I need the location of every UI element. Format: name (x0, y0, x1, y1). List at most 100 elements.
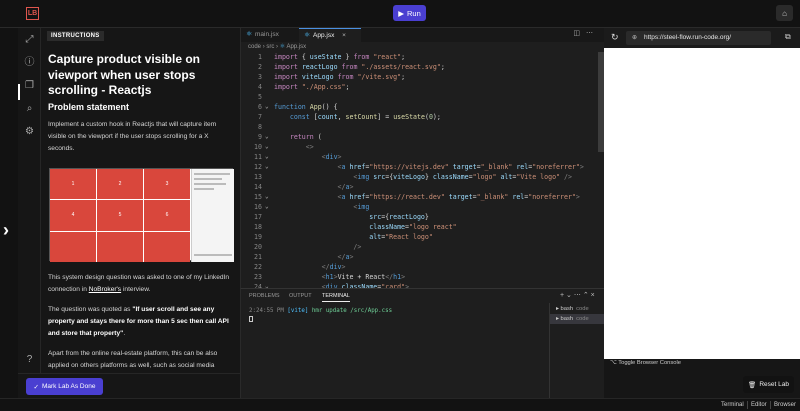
quote-paragraph: The question was quoted as "If user scro… (48, 304, 236, 340)
search-icon[interactable]: ⌕ (23, 102, 36, 115)
split-editor-icon[interactable]: ◫ (573, 30, 586, 37)
code-line[interactable]: 11 ⌄ <div> (241, 152, 593, 162)
shell-item[interactable]: ▸ bash code (550, 304, 606, 314)
line-number: 16 (254, 203, 262, 211)
mark-lab-done-button[interactable]: ✓ Mark Lab As Done (26, 378, 103, 395)
expand-icon[interactable]: ⤢ (23, 33, 36, 46)
line-number: 20 (254, 243, 262, 251)
home-button[interactable]: ⌂ (776, 5, 793, 21)
code-line[interactable]: 23 <h1>Vite + React</h1> (241, 272, 593, 282)
chevron-down-icon[interactable]: ⌄ (566, 292, 572, 299)
reset-lab-button[interactable]: 🗑 Reset Lab (743, 376, 794, 393)
fold-icon[interactable]: ⌄ (265, 162, 269, 172)
home-icon: ⌂ (782, 8, 787, 18)
preview-cell: 4 (50, 200, 96, 231)
collapse-strip[interactable]: › (0, 28, 18, 398)
preview-cell: 3 (144, 169, 190, 200)
fold-icon[interactable]: ⌄ (265, 142, 269, 152)
line-number: 21 (254, 253, 262, 261)
problem-description: Implement a custom hook in Reactjs that … (48, 121, 217, 152)
info-icon[interactable]: ⓘ (23, 56, 36, 69)
preview-cell: 1 (50, 169, 96, 200)
maximize-icon[interactable]: ⌃ (583, 292, 589, 299)
status-terminal[interactable]: Terminal (721, 399, 744, 411)
code-line[interactable]: 16 ⌄ <img (241, 202, 593, 212)
code-line[interactable]: 8 (241, 122, 593, 132)
code-line[interactable]: 3 import viteLogo from "/vite.svg"; (241, 72, 593, 82)
code-line[interactable]: 20 /> (241, 242, 593, 252)
code-line[interactable]: 12 ⌄ <a href="https://vitejs.dev" target=… (241, 162, 593, 172)
breadcrumb-item[interactable]: App.jsx (286, 44, 306, 50)
code-line[interactable]: 7 const [count, setCount] = useState(0); (241, 112, 593, 122)
tab-problems[interactable]: PROBLEMS (249, 293, 280, 299)
code-line[interactable]: 4 import "./App.css"; (241, 82, 593, 92)
code-text: <> (305, 143, 314, 151)
tab-app-jsx[interactable]: ⚛ App.jsx × (299, 28, 361, 42)
lock-icon: ⊕ (632, 35, 638, 41)
code-line[interactable]: 19 alt="React logo" (241, 232, 593, 242)
more-icon[interactable]: ⋯ (586, 30, 599, 37)
code-line[interactable]: 10 ⌄ <> (241, 142, 593, 152)
code-text: import { useState } from "react"; (274, 53, 406, 61)
code-line[interactable]: 1 import { useState } from "react"; (241, 52, 593, 62)
line-number: 17 (254, 213, 262, 221)
status-browser[interactable]: Browser (774, 399, 796, 411)
run-button[interactable]: ▶ Run (393, 5, 426, 21)
status-editor[interactable]: Editor (751, 399, 767, 411)
line-number: 14 (254, 183, 262, 191)
breadcrumb-item[interactable]: code (248, 44, 261, 50)
close-icon[interactable]: × (591, 292, 595, 299)
console-toggle[interactable]: ⌥ Toggle Browser Console (604, 359, 800, 371)
code-text: </a> (337, 183, 354, 191)
line-number: 1 (258, 53, 262, 61)
plus-icon[interactable]: + (560, 292, 564, 299)
fold-icon[interactable]: ⌄ (265, 192, 269, 202)
browser-viewport[interactable] (604, 48, 800, 359)
open-external-icon[interactable]: ⧉ (785, 32, 791, 42)
line-number: 5 (258, 93, 262, 101)
code-line[interactable]: 15 ⌄ <a href="https://react.dev" target="… (241, 192, 593, 202)
code-line[interactable]: 21 </a> (241, 252, 593, 262)
url-bar[interactable]: ⊕ https://steel-flow.run-code.org/ (626, 31, 771, 45)
line-number: 7 (258, 113, 262, 121)
terminal-icon: ▸ (556, 306, 559, 312)
code-line[interactable]: 9 ⌄ return ( (241, 132, 593, 142)
reload-icon[interactable]: ↻ (611, 32, 619, 43)
fold-icon[interactable]: ⌄ (265, 132, 269, 142)
top-bar: LB ▶ Run ⌂ (0, 0, 800, 28)
shell-sub: code (576, 316, 589, 322)
more-icon[interactable]: ⋯ (574, 292, 581, 299)
preview-cell (97, 231, 143, 262)
shell-item[interactable]: ▸ bash code (550, 314, 606, 324)
code-line[interactable]: 6 ⌄ function App() { (241, 102, 593, 112)
code-text: </a> (337, 253, 354, 261)
code-line[interactable]: 22 </div> (241, 262, 593, 272)
fold-icon[interactable]: ⌄ (265, 152, 269, 162)
close-icon[interactable]: × (342, 32, 346, 39)
tab-main-jsx[interactable]: ⚛ main.jsx (241, 28, 299, 42)
fold-icon[interactable]: ⌄ (265, 102, 269, 112)
help-icon[interactable]: ? (23, 353, 36, 366)
code-area[interactable]: 1 import { useState } from "react"; 2 impor… (241, 52, 593, 288)
tab-output[interactable]: OUTPUT (289, 293, 312, 299)
breadcrumb-item[interactable]: src (266, 44, 274, 50)
shell-name: bash (560, 316, 574, 322)
gear-icon[interactable]: ⚙ (23, 125, 36, 138)
fold-icon[interactable]: ⌄ (265, 202, 269, 212)
files-icon[interactable]: ❐ (23, 79, 36, 92)
nobroker-link[interactable]: NoBroker's (89, 286, 121, 293)
code-line[interactable]: 17 src={reactLogo} (241, 212, 593, 222)
code-line[interactable]: 13 <img src={viteLogo} className="logo" … (241, 172, 593, 182)
instructions-panel: INSTRUCTIONS Capture product visible on … (41, 28, 240, 373)
terminal-panel: PROBLEMS OUTPUT TERMINAL + ⌄ ⋯ ⌃ × 2:24:… (240, 288, 606, 399)
chevron-right-icon[interactable]: › (3, 220, 9, 241)
tab-terminal[interactable]: TERMINAL (322, 293, 350, 302)
code-text: import viteLogo from "/vite.svg"; (274, 73, 406, 81)
code-text: </div> (321, 263, 346, 271)
code-line[interactable]: 5 (241, 92, 593, 102)
code-line[interactable]: 2 import reactLogo from "./assets/react.s… (241, 62, 593, 72)
code-line[interactable]: 18 className="logo react" (241, 222, 593, 232)
code-line[interactable]: 14 </a> (241, 182, 593, 192)
reset-label: Reset Lab (759, 381, 789, 388)
problem-title: Capture product visible on viewport when… (48, 52, 201, 97)
